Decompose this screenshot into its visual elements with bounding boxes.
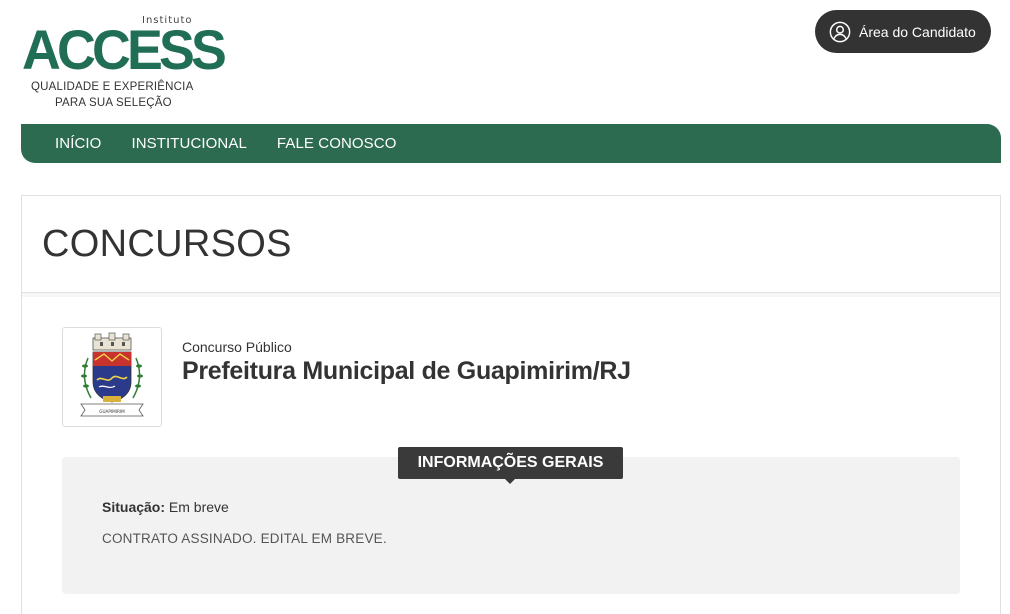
contest-crest-image: GUAPIMIRIM: [62, 327, 162, 427]
site-logo[interactable]: Instituto ACCESS QUALIDADE E EXPERIÊNCIA…: [22, 12, 227, 114]
main-nav: INÍCIO INSTITUCIONAL FALE CONOSCO: [21, 124, 1001, 163]
coat-of-arms-icon: GUAPIMIRIM: [80, 332, 144, 417]
status-label: Situação:: [102, 499, 166, 515]
tab-general-info-label: INFORMAÇÕES GERAIS: [417, 454, 604, 471]
crest-ribbon-text: GUAPIMIRIM: [99, 409, 125, 414]
status-line: Situação: Em breve: [102, 499, 229, 515]
logo-access-wordmark: ACCESS: [22, 18, 227, 81]
user-circle-icon: [829, 21, 851, 42]
page: Instituto ACCESS QUALIDADE E EXPERIÊNCIA…: [0, 0, 1010, 614]
contests-panel: CONCURSOS GUAPIMIRIM Concurso Público Pr…: [21, 195, 1001, 614]
nav-item-institucional[interactable]: INSTITUCIONAL: [131, 135, 246, 152]
candidate-area-label: Área do Candidato: [859, 23, 976, 40]
general-info-box: INFORMAÇÕES GERAIS Situação: Em breve CO…: [62, 447, 960, 594]
logo-tagline-line2: PARA SUA SELEÇÃO: [55, 97, 172, 109]
candidate-area-button[interactable]: Área do Candidato: [815, 10, 991, 53]
nav-item-inicio[interactable]: INÍCIO: [55, 135, 101, 152]
status-value: Em breve: [168, 499, 229, 515]
page-title: CONCURSOS: [42, 222, 292, 265]
logo-tagline-line1: QUALIDADE E EXPERIÊNCIA: [31, 81, 194, 93]
tab-pointer-arrow: [505, 479, 515, 484]
contest-detail: GUAPIMIRIM Concurso Público Prefeitura M…: [22, 293, 1000, 594]
nav-item-fale-conosco[interactable]: FALE CONOSCO: [277, 135, 397, 152]
contest-type: Concurso Público: [182, 339, 292, 355]
panel-header: CONCURSOS: [22, 196, 1000, 293]
contest-name: Prefeitura Municipal de Guapimirim/RJ: [182, 357, 631, 385]
status-note: CONTRATO ASSINADO. EDITAL EM BREVE.: [102, 531, 387, 546]
tab-general-info[interactable]: INFORMAÇÕES GERAIS: [398, 447, 623, 484]
